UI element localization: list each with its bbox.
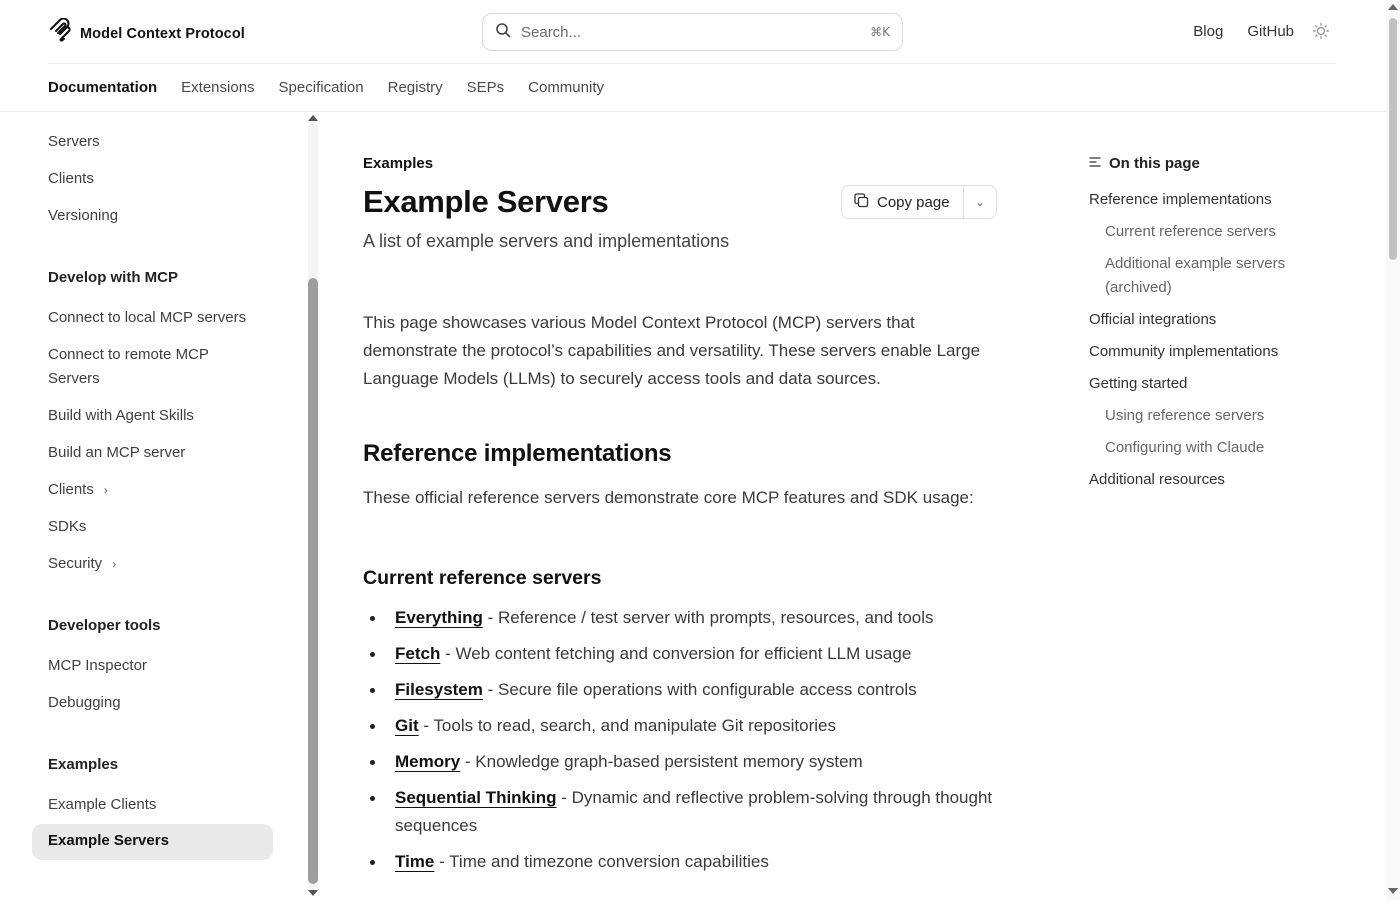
server-description: - Tools to read, search, and manipulate … [418, 716, 836, 735]
server-link-sequential-thinking[interactable]: Sequential Thinking [395, 788, 557, 807]
top-links: Blog GitHub [1193, 22, 1330, 40]
tab-specification[interactable]: Specification [279, 64, 364, 112]
tab-registry[interactable]: Registry [388, 64, 443, 112]
text-align-left-icon [1089, 155, 1101, 172]
list-item: Fetch - Web content fetching and convers… [363, 640, 1003, 668]
sun-icon[interactable] [1312, 22, 1330, 40]
server-description: - Knowledge graph-based persistent memor… [460, 752, 863, 771]
sidebar-item-example-clients[interactable]: Example Clients [48, 793, 156, 817]
toc-heading: On this page [1089, 155, 1200, 172]
sidebar-item-security[interactable]: Security › [48, 552, 116, 576]
search-input[interactable] [521, 23, 871, 41]
mcp-logo-icon [48, 17, 72, 49]
toc-title: On this page [1109, 155, 1200, 172]
search-shortcut: ⌘K [870, 25, 890, 39]
sidebar-heading-develop: Develop with MCP [48, 269, 179, 286]
scrollbar-thumb[interactable] [1389, 18, 1397, 260]
sidebar-item-inspector[interactable]: MCP Inspector [48, 654, 147, 678]
intro-paragraph: This page showcases various Model Contex… [363, 313, 981, 388]
sidebar-item-build-server[interactable]: Build an MCP server [48, 441, 185, 465]
toc-item-official-integrations[interactable]: Official integrations [1089, 308, 1216, 332]
server-link-memory[interactable]: Memory [395, 752, 460, 771]
page-subtitle: A list of example servers and implementa… [363, 231, 730, 251]
toc-item-reference-implementations[interactable]: Reference implementations [1089, 188, 1272, 212]
sidebar-item-connect-remote-line2: Servers [48, 370, 100, 387]
page-title: Example Servers [363, 184, 609, 219]
sidebar-item-example-servers[interactable]: Example Servers [32, 824, 273, 860]
sidebar-scrollbar[interactable] [306, 112, 320, 900]
list-item: Memory - Knowledge graph-based persisten… [363, 748, 1003, 776]
list-item: Everything - Reference / test server wit… [363, 604, 1003, 632]
subsection-heading-current: Current reference servers [363, 567, 602, 589]
toc-item-community-implementations[interactable]: Community implementations [1089, 340, 1278, 364]
sidebar-item-agent-skills[interactable]: Build with Agent Skills [48, 404, 194, 428]
server-list: Everything - Reference / test server wit… [363, 604, 1003, 884]
sidebar-item-versioning[interactable]: Versioning [48, 204, 118, 228]
sidebar-item-connect-remote[interactable]: Connect to remote MCP Servers [48, 343, 248, 391]
sidebar-item-servers[interactable]: Servers [48, 130, 100, 154]
github-link[interactable]: GitHub [1247, 23, 1294, 40]
scroll-down-arrow-icon[interactable] [308, 890, 318, 896]
breadcrumb: Examples [363, 155, 434, 172]
toc-item-additional-resources[interactable]: Additional resources [1089, 468, 1225, 492]
list-item: Filesystem - Secure file operations with… [363, 676, 1003, 704]
sidebar-heading-examples: Examples [48, 756, 119, 773]
brand-name: Model Context Protocol [80, 25, 245, 42]
toc-item-using-reference-servers[interactable]: Using reference servers [1105, 404, 1315, 428]
server-link-time[interactable]: Time [395, 852, 434, 871]
sidebar-item-connect-remote-line1: Connect to remote MCP [48, 346, 209, 363]
sidebar-nav: Servers Clients Versioning Develop with … [0, 112, 320, 900]
sidebar-item-clients-group[interactable]: Clients › [48, 478, 108, 502]
scroll-down-arrow-icon[interactable] [1388, 888, 1398, 894]
section-tabs: Documentation Extensions Specification R… [48, 64, 604, 112]
section-heading-reference: Reference implementations [363, 440, 672, 467]
toc-item-current-reference-servers[interactable]: Current reference servers [1105, 220, 1315, 244]
chevron-right-icon: › [103, 483, 108, 497]
sidebar-item-label: Clients [48, 481, 94, 498]
brand-logo[interactable]: Model Context Protocol [48, 17, 245, 49]
list-item: Git - Tools to read, search, and manipul… [363, 712, 1003, 740]
search-box[interactable]: ⌘K [482, 13, 903, 51]
list-item: Time - Time and timezone conversion capa… [363, 848, 1003, 876]
toc-item-additional-example-servers[interactable]: Additional example servers (archived) [1105, 252, 1315, 300]
scroll-up-arrow-icon[interactable] [1388, 4, 1398, 10]
sidebar-item-debugging[interactable]: Debugging [48, 691, 121, 715]
copy-page-button[interactable]: Copy page [842, 186, 964, 218]
server-description: - Reference / test server with prompts, … [482, 608, 934, 627]
list-item: Sequential Thinking - Dynamic and reflec… [363, 784, 1003, 840]
sidebar-item-label: Security [48, 555, 103, 572]
sidebar-item-label: Example Servers [48, 832, 169, 849]
server-link-filesystem[interactable]: Filesystem [395, 680, 483, 699]
sidebar-item-clients[interactable]: Clients [48, 167, 94, 191]
sidebar-item-connect-local[interactable]: Connect to local MCP servers [48, 306, 246, 330]
scrollbar-thumb[interactable] [308, 278, 318, 884]
top-navbar: Model Context Protocol ⌘K Blog GitHub [0, 0, 1400, 64]
sidebar-item-sdks[interactable]: SDKs [48, 515, 86, 539]
tab-extensions[interactable]: Extensions [181, 64, 254, 112]
blog-link[interactable]: Blog [1193, 23, 1223, 40]
search-icon [495, 22, 521, 43]
tab-documentation[interactable]: Documentation [48, 64, 158, 112]
server-description: - Time and timezone conversion capabilit… [434, 852, 769, 871]
copy-page-label: Copy page [877, 193, 950, 211]
server-description: - Secure file operations with configurab… [482, 680, 917, 699]
chevron-down-icon[interactable]: ⌄ [964, 196, 996, 209]
server-link-fetch[interactable]: Fetch [395, 644, 440, 663]
copy-icon [854, 192, 869, 212]
tab-seps[interactable]: SEPs [467, 64, 505, 112]
toc-item-configuring-with-claude[interactable]: Configuring with Claude [1105, 436, 1315, 460]
server-description: - Web content fetching and conversion fo… [440, 644, 912, 663]
copy-page-control: Copy page ⌄ [841, 185, 997, 219]
toc-item-getting-started[interactable]: Getting started [1089, 372, 1187, 396]
page-scrollbar[interactable] [1386, 0, 1400, 900]
section-paragraph: These official reference servers demonst… [363, 488, 974, 507]
sidebar-heading-developer-tools: Developer tools [48, 617, 161, 634]
scroll-up-arrow-icon[interactable] [308, 115, 318, 121]
server-link-everything[interactable]: Everything [395, 608, 483, 627]
tab-community[interactable]: Community [528, 64, 604, 112]
server-link-git[interactable]: Git [395, 716, 419, 735]
chevron-right-icon: › [112, 557, 117, 571]
